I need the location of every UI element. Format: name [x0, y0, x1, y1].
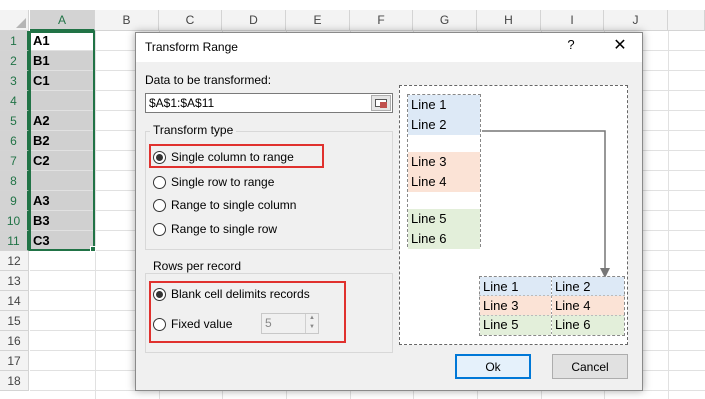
- preview-arrow: [482, 130, 610, 278]
- radio-range-to-single-column[interactable]: Range to single column: [153, 198, 296, 212]
- column-header-e[interactable]: E: [286, 10, 350, 31]
- radio-label: Single row to range: [171, 175, 275, 189]
- radio-label: Range to single column: [171, 198, 297, 212]
- preview-source-line-3: Line 3: [408, 152, 480, 172]
- range-input-value: $A$1:$A$11: [149, 96, 215, 110]
- highlight-box-transform: [149, 144, 324, 168]
- row-header-18[interactable]: 18: [0, 371, 29, 391]
- preview-panel: Line 1 Line 2 Line 3 Line 4 Line 5 Line …: [399, 85, 628, 345]
- row-header-10[interactable]: 10: [0, 211, 29, 231]
- highlight-box-rows: [149, 281, 346, 343]
- row-header-1[interactable]: 1: [0, 31, 29, 51]
- fill-handle[interactable]: [90, 246, 96, 252]
- preview-source-line-6: Line 6: [408, 229, 480, 249]
- radio-range-to-single-row[interactable]: Range to single row: [153, 222, 277, 236]
- column-header-g[interactable]: G: [413, 10, 477, 31]
- preview-source-line-1: Line 1: [408, 95, 480, 115]
- radio-label: Range to single row: [171, 222, 278, 236]
- preview-source-line-4: Line 4: [408, 172, 480, 192]
- row-header-14[interactable]: 14: [0, 291, 29, 311]
- data-to-transform-label: Data to be transformed:: [145, 73, 272, 87]
- help-button[interactable]: ?: [561, 37, 581, 52]
- selection-border: [29, 31, 95, 251]
- column-header-i[interactable]: I: [541, 10, 604, 31]
- radio-unselected-icon: [153, 198, 166, 212]
- radio-single-row-to-range[interactable]: Single row to range: [153, 175, 274, 189]
- row-header-17[interactable]: 17: [0, 351, 29, 371]
- preview-source-line-5: Line 5: [408, 209, 480, 229]
- top-strip: [0, 0, 705, 10]
- column-header-h[interactable]: H: [477, 10, 541, 31]
- row-header-7[interactable]: 7: [0, 151, 29, 171]
- radio-unselected-icon: [153, 222, 166, 236]
- row-header-5[interactable]: 5: [0, 111, 29, 131]
- column-header-j[interactable]: J: [604, 10, 668, 31]
- column-header-d[interactable]: D: [222, 10, 286, 31]
- dialog-title: Transform Range: [145, 40, 238, 54]
- preview-result-gridlines: [479, 276, 626, 336]
- cancel-button[interactable]: Cancel: [552, 354, 628, 379]
- rows-per-record-title: Rows per record: [150, 259, 245, 273]
- radio-unselected-icon: [153, 175, 166, 189]
- transform-type-title: Transform type: [150, 123, 237, 137]
- row-header-8[interactable]: 8: [0, 171, 29, 191]
- close-button[interactable]: ✕: [610, 35, 630, 55]
- column-header-c[interactable]: C: [159, 10, 222, 31]
- row-header-13[interactable]: 13: [0, 271, 29, 291]
- preview-source-line-2: Line 2: [408, 115, 480, 135]
- select-all-corner[interactable]: [0, 10, 29, 31]
- row-header-12[interactable]: 12: [0, 251, 29, 271]
- row-header-15[interactable]: 15: [0, 311, 29, 331]
- row-header-6[interactable]: 6: [0, 131, 29, 151]
- row-header-9[interactable]: 9: [0, 191, 29, 211]
- row-header-16[interactable]: 16: [0, 331, 29, 351]
- column-header-f[interactable]: F: [350, 10, 413, 31]
- column-header-b[interactable]: B: [95, 10, 159, 31]
- transform-range-dialog: Transform Range ? ✕ Data to be transform…: [135, 32, 643, 391]
- row-header-2[interactable]: 2: [0, 51, 29, 71]
- row-header-4[interactable]: 4: [0, 91, 29, 111]
- column-header-a[interactable]: A: [30, 10, 95, 31]
- row-header-11[interactable]: 11: [0, 231, 29, 251]
- column-header-k[interactable]: [668, 10, 705, 31]
- range-input[interactable]: $A$1:$A$11: [145, 93, 393, 113]
- ok-button[interactable]: Ok: [455, 354, 531, 379]
- dialog-titlebar[interactable]: Transform Range ? ✕: [136, 33, 642, 62]
- row-header-3[interactable]: 3: [0, 71, 29, 91]
- range-select-button[interactable]: [371, 95, 391, 111]
